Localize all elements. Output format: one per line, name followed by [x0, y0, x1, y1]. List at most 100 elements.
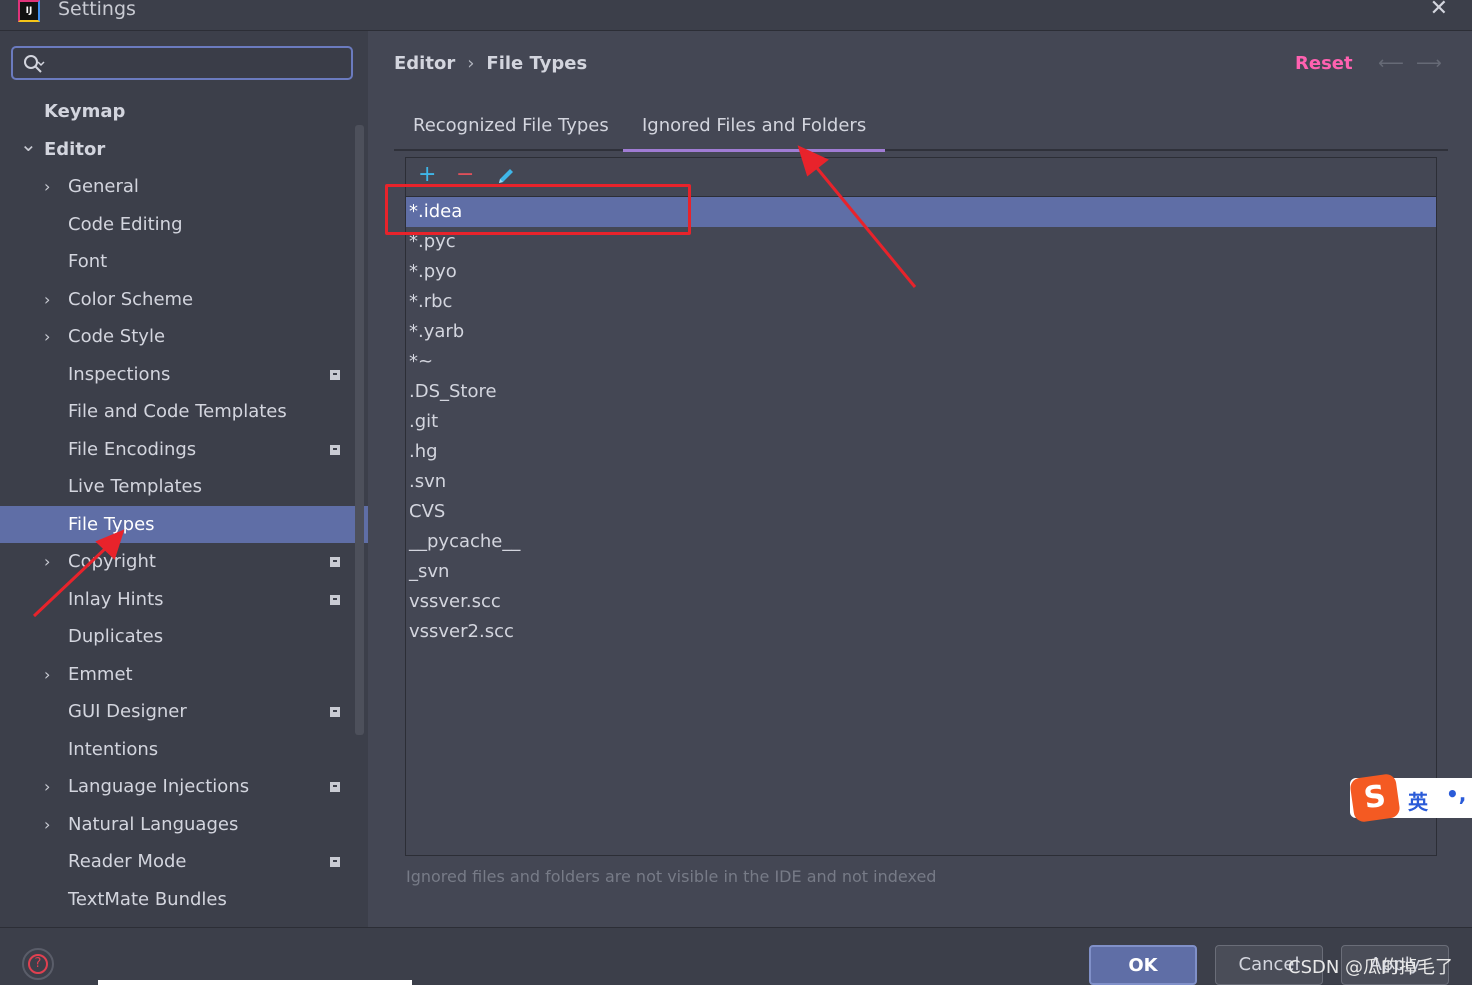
ignored-pattern-row[interactable]: _svn	[406, 557, 1436, 587]
ignored-pattern-row[interactable]: .hg	[406, 437, 1436, 467]
sidebar-item-label: GUI Designer	[68, 701, 187, 722]
window-title: Settings	[58, 0, 136, 20]
sidebar-item-label: Live Templates	[68, 476, 202, 497]
ignored-pattern-row[interactable]: vssver2.scc	[406, 617, 1436, 647]
sidebar-item-label: Natural Languages	[68, 813, 239, 835]
ignored-pattern-row[interactable]: vssver.scc	[406, 587, 1436, 617]
list-toolbar: + −	[406, 158, 1436, 197]
ignored-pattern-row[interactable]: *.pyo	[406, 257, 1436, 287]
sidebar-item-label: Keymap	[44, 101, 126, 122]
sidebar-item-label: Code Editing	[68, 213, 183, 235]
sidebar-item-file-types[interactable]: File Types	[0, 505, 368, 543]
chevron-right-icon[interactable]: ›	[44, 281, 50, 319]
add-icon[interactable]: +	[418, 162, 436, 187]
ime-toolbar[interactable]: S 英 •,	[1349, 773, 1472, 823]
sidebar-item-live-templates[interactable]: Live Templates	[0, 468, 368, 506]
ignored-files-list: + − *.idea *.pyc *.pyo *.rbc *.yarb *~ .DS_Sto…	[405, 157, 1437, 856]
sidebar-item-label: Font	[68, 251, 108, 272]
sidebar-item-label: Duplicates	[68, 626, 164, 647]
sidebar-item-label: Reader Mode	[68, 851, 187, 872]
sidebar-item-color-scheme[interactable]: › Color Scheme	[0, 281, 368, 319]
sidebar-item-copyright[interactable]: › Copyright	[0, 543, 368, 581]
chevron-right-icon[interactable]: ›	[44, 768, 50, 806]
sidebar-item-general[interactable]: › General	[0, 168, 368, 206]
chevron-down-icon[interactable]: ⌄	[20, 126, 37, 164]
sidebar-item-label: Code Style	[68, 326, 166, 347]
ignored-rows: *.idea *.pyc *.pyo *.rbc *.yarb *~ .DS_Store .g…	[406, 197, 1436, 647]
edit-pencil-icon[interactable]	[496, 166, 516, 192]
sidebar-item-language-injections[interactable]: › Language Injections	[0, 768, 368, 806]
tab-recognized-file-types[interactable]: Recognized File Types	[413, 111, 609, 149]
intellij-logo-icon: IJ	[18, 0, 40, 22]
sidebar-item-textmate-bundles[interactable]: TextMate Bundles	[0, 881, 368, 919]
sidebar-item-keymap[interactable]: Keymap	[0, 93, 368, 131]
sidebar-item-label: File Encodings	[68, 438, 197, 460]
sidebar-item-label: Color Scheme	[68, 288, 194, 310]
sidebar-item-inlay-hints[interactable]: Inlay Hints	[0, 581, 368, 619]
sidebar-item-label: File Types	[68, 513, 155, 535]
chevron-right-icon[interactable]: ›	[44, 318, 50, 356]
chevron-right-icon[interactable]: ›	[44, 806, 50, 844]
ignored-pattern-row[interactable]: *.idea	[406, 197, 1436, 227]
ignored-pattern-row[interactable]: *.yarb	[406, 317, 1436, 347]
ignored-hint-text: Ignored files and folders are not visibl…	[406, 867, 937, 886]
close-icon[interactable]: ✕	[1430, 0, 1448, 21]
sidebar-item-inspections[interactable]: Inspections	[0, 356, 368, 394]
sidebar-item-natural-languages[interactable]: › Natural Languages	[0, 806, 368, 844]
sidebar-item-label: File and Code Templates	[68, 401, 287, 422]
sidebar-item-label: Editor	[44, 138, 106, 160]
dialog-footer: ? OK Cancel Apply CSDN @瓜的掉毛了	[0, 927, 1472, 985]
sidebar-item-emmet[interactable]: › Emmet	[0, 656, 368, 694]
reset-link[interactable]: Reset	[1295, 53, 1353, 74]
ignored-pattern-row[interactable]: *~	[406, 347, 1436, 377]
ime-punctuation-label[interactable]: •,	[1446, 782, 1466, 806]
ignored-pattern-row[interactable]: .DS_Store	[406, 377, 1436, 407]
sidebar-item-intentions[interactable]: Intentions	[0, 731, 368, 769]
sidebar-scrollbar[interactable]	[355, 125, 364, 735]
breadcrumb-separator: ›	[467, 53, 475, 74]
ignored-pattern-row[interactable]: CVS	[406, 497, 1436, 527]
sidebar-item-label: Inlay Hints	[68, 588, 164, 610]
tab-ignored-files-and-folders[interactable]: Ignored Files and Folders	[623, 111, 886, 152]
ignored-pattern-row[interactable]: *.rbc	[406, 287, 1436, 317]
ignored-pattern-row[interactable]: .svn	[406, 467, 1436, 497]
sidebar-item-file-encodings[interactable]: File Encodings	[0, 431, 368, 469]
settings-content: Editor › File Types Reset ⟵ ⟶ Recognized F…	[368, 31, 1472, 927]
breadcrumb-parent[interactable]: Editor	[394, 53, 455, 74]
project-scope-icon	[330, 782, 340, 792]
sidebar-item-reader-mode[interactable]: Reader Mode	[0, 843, 368, 881]
sogou-logo-icon: S	[1349, 773, 1401, 823]
sidebar-item-label: Intentions	[68, 738, 159, 760]
project-scope-icon	[330, 369, 340, 380]
sidebar-item-code-editing[interactable]: Code Editing	[0, 206, 368, 244]
ime-mode-label[interactable]: 英	[1408, 786, 1428, 815]
ok-button[interactable]: OK	[1089, 945, 1197, 985]
project-scope-icon	[330, 557, 340, 567]
sidebar-item-label: General	[68, 176, 139, 197]
help-icon: ?	[28, 954, 48, 974]
forward-arrow-icon[interactable]: ⟶	[1416, 53, 1442, 74]
ignored-pattern-row[interactable]: .git	[406, 407, 1436, 437]
breadcrumb: Editor › File Types	[394, 53, 587, 74]
remove-icon[interactable]: −	[456, 162, 474, 187]
ignored-pattern-row[interactable]: *.pyc	[406, 227, 1436, 257]
sidebar-item-code-style[interactable]: › Code Style	[0, 318, 368, 356]
sidebar-item-file-and-code-templates[interactable]: File and Code Templates	[0, 393, 368, 431]
help-button[interactable]: ?	[22, 948, 54, 980]
sidebar-item-editor[interactable]: ⌄ Editor	[0, 131, 368, 169]
back-arrow-icon[interactable]: ⟵	[1378, 53, 1404, 74]
settings-tree: Keymap ⌄ Editor › General Code Editing Font › Co…	[0, 93, 368, 918]
sidebar-item-gui-designer[interactable]: GUI Designer	[0, 693, 368, 731]
project-scope-icon	[330, 444, 340, 455]
ignored-pattern-row[interactable]: __pycache__	[406, 527, 1436, 557]
chevron-right-icon[interactable]: ›	[44, 543, 50, 581]
chevron-right-icon[interactable]: ›	[44, 168, 50, 206]
breadcrumb-current: File Types	[486, 53, 588, 74]
tab-bar: Recognized File Types Ignored Files and …	[394, 111, 1448, 152]
chevron-right-icon[interactable]: ›	[44, 656, 50, 694]
settings-sidebar: Keymap ⌄ Editor › General Code Editing Font › Co…	[0, 31, 368, 927]
sidebar-item-duplicates[interactable]: Duplicates	[0, 618, 368, 656]
sidebar-item-label: Language Injections	[68, 776, 250, 797]
settings-search-input[interactable]	[11, 46, 353, 80]
sidebar-item-font[interactable]: Font	[0, 243, 368, 281]
